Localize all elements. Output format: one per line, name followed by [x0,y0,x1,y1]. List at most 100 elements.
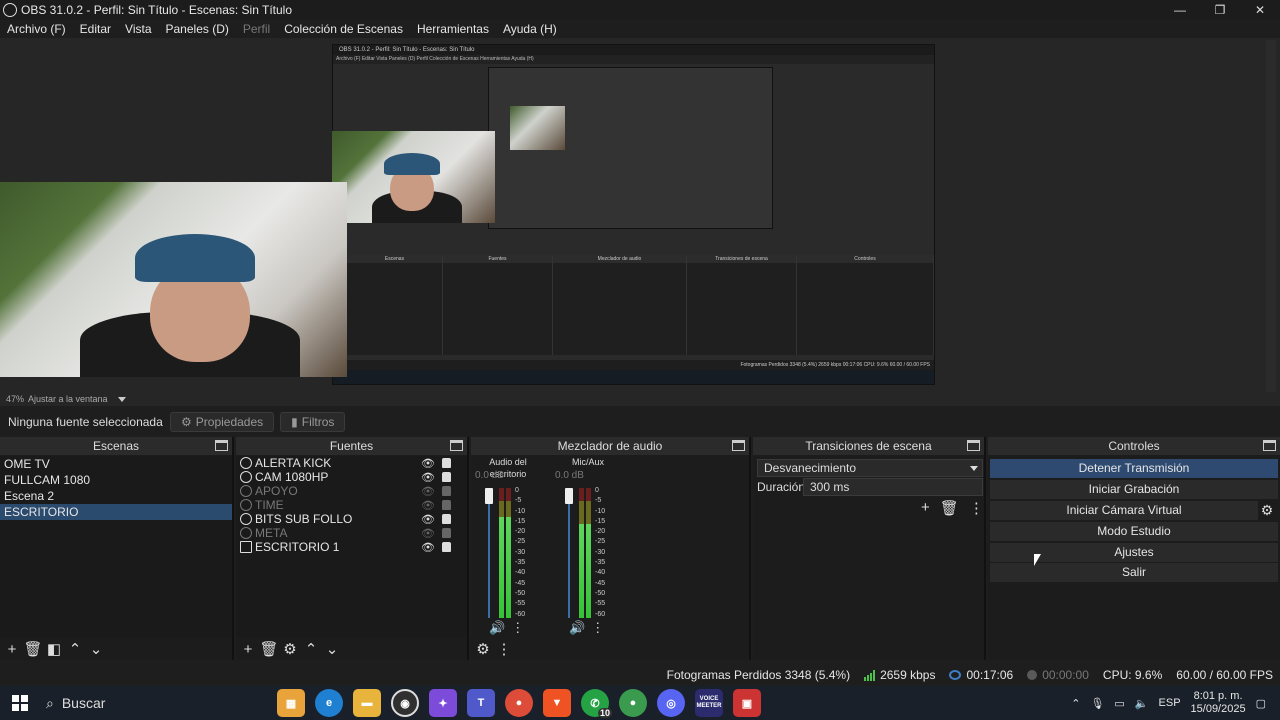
start-virtual-camera-button[interactable]: Iniciar Cámara Virtual [990,501,1258,520]
move-up-icon[interactable]: ⌃ [303,641,319,657]
source-item-hidden[interactable]: META 👁 [236,526,467,540]
hidden-eye-icon[interactable]: 👁 [421,527,435,540]
source-item[interactable]: ESCRITORIO 1 👁 [236,540,467,554]
teams-icon[interactable]: T [467,689,495,717]
app-icon[interactable]: ▣ [733,689,761,717]
more-vertical-icon[interactable]: ⋮ [496,641,512,657]
volume-fader[interactable] [565,488,573,504]
move-down-icon[interactable]: ⌄ [324,641,340,657]
taskbar-search[interactable]: ⌕ Buscar [42,686,272,720]
volume-track[interactable] [568,496,570,618]
undock-icon[interactable] [1263,440,1276,451]
undock-icon[interactable] [450,440,463,451]
chevron-down-icon[interactable] [117,396,126,402]
menu-coleccion-escenas[interactable]: Colección de Escenas [277,22,410,36]
more-vertical-icon[interactable]: ⋮ [591,620,604,636]
menu-archivo[interactable]: Archivo (F) [0,22,73,36]
chrome-profile-icon[interactable]: ● [619,689,647,717]
hidden-eye-icon[interactable]: 👁 [421,485,435,498]
lock-icon[interactable] [442,500,451,510]
chevron-up-icon[interactable]: ⌃ [1071,697,1080,710]
trash-icon[interactable]: 🗑 [259,641,278,657]
menu-perfil[interactable]: Perfil [236,22,277,36]
transition-select[interactable]: Desvanecimiento [757,459,983,477]
store-icon[interactable]: ▦ [277,689,305,717]
trash-icon[interactable]: 🗑 [940,499,959,517]
lock-icon[interactable] [442,458,451,468]
source-item[interactable]: BITS SUB FOLLO 👁 [236,512,467,526]
visibility-eye-icon[interactable]: 👁 [421,457,435,470]
lock-icon[interactable] [442,514,451,524]
notifications-icon[interactable]: ▢ [1256,697,1266,710]
menu-ayuda[interactable]: Ayuda (H) [496,22,564,36]
clock[interactable]: 8:01 p. m. 15/09/2025 [1191,690,1246,716]
properties-button[interactable]: ⚙ Propiedades [170,412,275,432]
whatsapp-icon[interactable]: ✆ 10 [581,689,612,718]
maximize-button[interactable]: ❐ [1200,0,1240,20]
menu-vista[interactable]: Vista [118,22,158,36]
speaker-icon[interactable]: 🔊 [569,620,585,636]
add-icon[interactable]: + [240,641,256,657]
minimize-button[interactable]: — [1160,0,1200,20]
obs-taskbar-icon[interactable]: ◉ [391,689,419,717]
source-item[interactable]: CAM 1080HP 👁 [236,470,467,484]
discord-icon[interactable]: ◎ [657,689,685,717]
stop-streaming-button[interactable]: Detener Transmisión [990,459,1278,478]
close-button[interactable]: ✕ [1240,0,1280,20]
source-item[interactable]: ALERTA KICK 👁 [236,456,467,470]
speaker-icon[interactable]: 🔊 [489,620,505,636]
microphone-icon[interactable]: 🎙 [1090,697,1104,710]
copilot-icon[interactable]: ✦ [429,689,457,717]
language-indicator[interactable]: ESP [1159,697,1181,709]
volume-fader[interactable] [485,488,493,504]
webcam-feed [0,182,347,377]
chrome-icon[interactable]: ● [505,689,533,717]
windows-start-icon[interactable] [12,695,28,711]
lock-icon[interactable] [442,472,451,482]
source-item-hidden[interactable]: APOYO 👁 [236,484,467,498]
visibility-eye-icon[interactable]: 👁 [421,513,435,526]
volume-track[interactable] [488,496,490,618]
hidden-eye-icon[interactable]: 👁 [421,499,435,512]
add-icon[interactable]: + [921,499,930,517]
network-icon[interactable]: ▭ [1114,697,1124,710]
move-up-icon[interactable]: ⌃ [67,641,83,657]
visibility-eye-icon[interactable]: 👁 [421,471,435,484]
scene-item[interactable]: Escena 2 [0,488,232,504]
brave-icon[interactable]: ▼ [543,689,571,717]
gears-icon[interactable]: ⚙ [475,641,491,657]
visibility-eye-icon[interactable]: 👁 [421,541,435,554]
scene-item-selected[interactable]: ESCRITORIO [0,504,232,520]
more-vertical-icon[interactable]: ⋮ [511,620,524,636]
more-vertical-icon[interactable]: ⋮ [969,499,984,517]
fps-indicator: 60.00 / 60.00 FPS [1176,668,1273,682]
scene-item[interactable]: FULLCAM 1080 [0,472,232,488]
lock-icon[interactable] [442,486,451,496]
preview-scrollbar[interactable] [1266,40,1276,392]
filters-button[interactable]: ▮ Filtros [280,412,346,432]
menu-editar[interactable]: Editar [73,22,118,36]
file-explorer-icon[interactable]: ▬ [353,689,381,717]
source-item-hidden[interactable]: TIME 👁 [236,498,467,512]
lock-icon[interactable] [442,542,451,552]
filter-icon[interactable]: ◧ [46,641,62,657]
menu-herramientas[interactable]: Herramientas [410,22,496,36]
duration-spinbox[interactable]: 300 ms [803,478,983,496]
gear-icon[interactable]: ⚙ [282,641,298,657]
trash-icon[interactable]: 🗑 [23,641,42,657]
menu-paneles[interactable]: Paneles (D) [159,22,236,36]
start-recording-button[interactable]: Iniciar Grabación [990,480,1278,499]
studio-mode-button[interactable]: Modo Estudio [990,522,1278,541]
move-down-icon[interactable]: ⌄ [88,641,104,657]
undock-icon[interactable] [732,440,745,451]
voicemeeter-icon[interactable]: VOICE MEETER [695,689,723,717]
gear-icon[interactable]: ⚙ [1258,501,1276,519]
volume-icon[interactable]: 🔈 [1135,697,1149,710]
lock-icon[interactable] [442,528,451,538]
zoom-mode[interactable]: Ajustar a la ventana [28,394,108,404]
undock-icon[interactable] [967,440,980,451]
add-icon[interactable]: + [4,641,20,657]
scene-item[interactable]: OME TV [0,456,232,472]
edge-icon[interactable]: e [315,689,343,717]
undock-icon[interactable] [215,440,228,451]
